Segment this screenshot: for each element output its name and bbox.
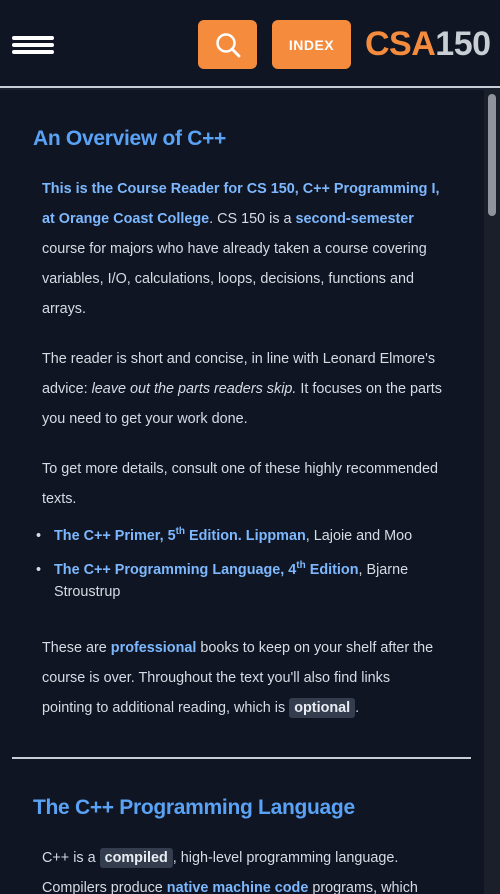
section-title-language: The C++ Programming Language (33, 796, 355, 819)
search-icon (215, 32, 240, 57)
optional-code-badge: optional (289, 698, 356, 718)
professional-paragraph: These are professional books to keep on … (42, 640, 434, 718)
section-title-overview: An Overview of C++ (33, 127, 227, 150)
list-item: The C++ Programming Language, 4th Editio… (34, 559, 454, 603)
native-machine-code-link[interactable]: native machine code (167, 880, 309, 894)
intro-paragraph: This is the Course Reader for CS 150, C+… (42, 181, 440, 317)
books-list: The C++ Primer, 5th Edition. Lippman, La… (34, 525, 454, 615)
section-divider (12, 757, 471, 759)
scrollbar-thumb[interactable] (488, 94, 496, 216)
language-paragraph: C++ is a compiled, high-level programmin… (42, 848, 418, 894)
brand-logo[interactable]: CSA150 (365, 24, 491, 64)
hamburger-menu-icon[interactable] (12, 36, 54, 54)
cpp-programming-language-link[interactable]: The C++ Programming Language, 4th Editio… (54, 561, 359, 578)
cpp-primer-link[interactable]: The C++ Primer, 5th Edition. Lippman (54, 527, 306, 544)
search-button[interactable] (198, 20, 257, 69)
second-semester-link[interactable]: second-semester (296, 211, 414, 227)
texts-paragraph: To get more details, consult one of thes… (42, 461, 438, 507)
professional-link[interactable]: professional (111, 640, 197, 656)
index-button[interactable]: INDEX (272, 20, 351, 69)
elmore-paragraph: The reader is short and concise, in line… (42, 351, 442, 427)
main-content: An Overview of C++ This is the Course Re… (0, 90, 484, 894)
brand-prefix: CSA (365, 25, 436, 63)
compiled-code-badge: compiled (99, 848, 173, 868)
list-item: The C++ Primer, 5th Edition. Lippman, La… (34, 525, 454, 547)
top-bar: INDEX CSA150 (0, 0, 500, 88)
brand-suffix: 150 (435, 25, 491, 63)
